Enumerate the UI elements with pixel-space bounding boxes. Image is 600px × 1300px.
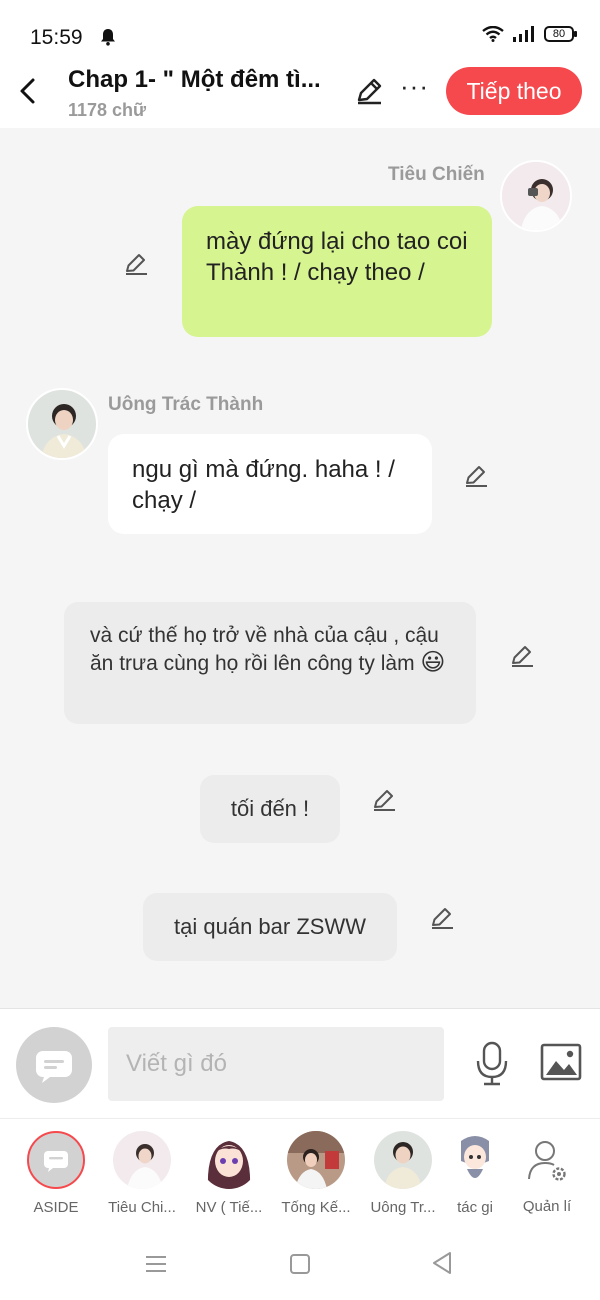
more-options-icon[interactable]: ··· xyxy=(400,73,429,99)
narration-text: và cứ thế họ trở về nhà của cậu , cậu ăn… xyxy=(90,624,439,675)
battery-icon: 80 xyxy=(544,26,577,42)
message-text: mày đứng lại cho tao coi Thành ! / chạy … xyxy=(206,228,468,286)
message-bubble-other[interactable]: ngu gì mà đứng. haha ! / chạy / xyxy=(108,434,432,534)
signal-icon xyxy=(513,26,534,42)
character-avatar xyxy=(113,1131,171,1189)
character-aside[interactable]: ASIDE xyxy=(14,1131,98,1216)
character-label: Quản lí xyxy=(522,1198,572,1215)
character-label: NV ( Tiế... xyxy=(195,1199,263,1216)
edit-title-pencil-icon[interactable] xyxy=(354,76,384,106)
aside-toggle-button[interactable] xyxy=(16,1027,92,1103)
character-avatar xyxy=(455,1131,495,1189)
next-chapter-button[interactable]: Tiếp theo xyxy=(446,67,582,115)
character-selector: ASIDE Tiêu Chi... NV ( Tiế... Tống Kế...… xyxy=(0,1118,600,1230)
character-avatar xyxy=(287,1131,345,1189)
character-label: Tiêu Chi... xyxy=(108,1199,176,1216)
sender-name: Tiêu Chiến xyxy=(388,164,485,185)
composer-bar xyxy=(0,1008,600,1118)
word-count: 1178 chữ xyxy=(68,100,147,120)
menu-nav-icon[interactable] xyxy=(144,1254,168,1274)
chapter-header: Chap 1- " Một đêm tì... 1178 chữ ··· Tiế… xyxy=(0,62,600,128)
message-text: ngu gì mà đứng. haha ! / chạy / xyxy=(132,456,395,514)
status-time: 15:59 xyxy=(30,26,83,49)
narration-text: tối đến ! xyxy=(230,796,310,821)
microphone-icon[interactable] xyxy=(474,1041,510,1087)
chapter-title: Chap 1- " Một đêm tì... xyxy=(68,66,321,93)
narration-bubble[interactable]: tối đến ! xyxy=(200,775,340,843)
edit-narration-pencil-icon[interactable] xyxy=(428,904,456,932)
edit-narration-pencil-icon[interactable] xyxy=(508,642,536,670)
smiley-emoji: 😃 xyxy=(420,649,446,676)
image-upload-icon[interactable] xyxy=(540,1043,582,1081)
narration-bubble[interactable]: tại quán bar ZSWW xyxy=(143,893,397,961)
manage-characters-button[interactable]: Quản lí xyxy=(505,1131,589,1215)
back-arrow-icon[interactable] xyxy=(16,76,40,106)
status-icons: 80 xyxy=(482,26,577,42)
narration-bubble[interactable]: và cứ thế họ trở về nhà của cậu , cậu ăn… xyxy=(64,602,476,724)
wifi-icon xyxy=(482,26,504,42)
notification-bell-icon xyxy=(101,29,115,46)
status-bar: 15:59 80 xyxy=(0,0,600,62)
edit-narration-pencil-icon[interactable] xyxy=(370,786,398,814)
character-uong-trac-thanh[interactable]: Uông Tr... xyxy=(361,1131,445,1216)
character-avatar xyxy=(374,1131,432,1189)
character-nv[interactable]: NV ( Tiế... xyxy=(187,1131,271,1216)
message-bubble-own[interactable]: mày đứng lại cho tao coi Thành ! / chạy … xyxy=(182,206,492,337)
character-label: tác gi xyxy=(457,1199,493,1216)
character-label: ASIDE xyxy=(33,1199,79,1216)
edit-message-pencil-icon[interactable] xyxy=(462,462,490,490)
character-tac-gia[interactable]: tác gi xyxy=(440,1131,510,1216)
avatar-uong-trac-thanh[interactable] xyxy=(26,388,98,460)
narration-text: tại quán bar ZSWW xyxy=(174,914,366,939)
system-navigation-bar xyxy=(0,1230,600,1300)
character-label: Tống Kế... xyxy=(281,1199,351,1216)
aside-avatar xyxy=(27,1131,85,1189)
character-label: Uông Tr... xyxy=(370,1199,436,1216)
character-tieu-chien[interactable]: Tiêu Chi... xyxy=(100,1131,184,1216)
character-avatar xyxy=(200,1131,258,1189)
aside-chat-icon xyxy=(36,1051,72,1083)
message-input[interactable] xyxy=(108,1027,444,1101)
manage-user-gear-icon xyxy=(528,1141,566,1181)
back-nav-icon[interactable] xyxy=(430,1250,454,1276)
avatar-tieu-chien[interactable] xyxy=(500,160,572,232)
sender-name: Uông Trác Thành xyxy=(108,394,264,415)
edit-message-pencil-icon[interactable] xyxy=(122,250,150,278)
home-nav-icon[interactable] xyxy=(288,1252,312,1276)
character-tong-ke[interactable]: Tống Kế... xyxy=(274,1131,358,1216)
